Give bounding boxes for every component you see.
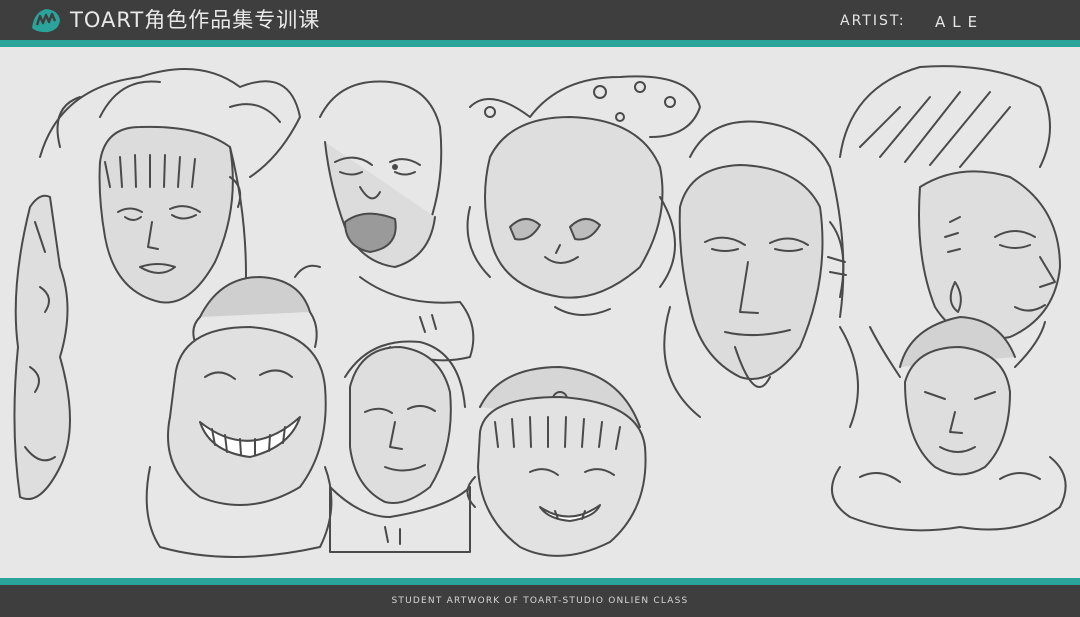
header-accent-stripe — [0, 40, 1080, 47]
sketch-head-elf-woman — [831, 316, 1067, 532]
footer-caption: STUDENT ARTWORK OF TOART-STUDIO ONLIEN C… — [391, 596, 689, 606]
footer-bar: STUDENT ARTWORK OF TOART-STUDIO ONLIEN C… — [0, 585, 1080, 617]
sketch-head-stern-old-man — [663, 120, 859, 428]
sketch-head-girl-bow — [466, 75, 701, 316]
sketch-head-long-nose — [13, 194, 71, 500]
sketch-canvas — [0, 47, 1080, 578]
toart-logo-icon — [32, 9, 60, 33]
sketch-illustration — [13, 65, 1067, 558]
sketch-head-grinning-man — [145, 264, 333, 558]
header-bar: TOART角色作品集专训课 ARTIST: ALE — [0, 0, 1080, 40]
sketch-head-crest-woman — [839, 65, 1061, 340]
sketch-head-woman-bangs — [39, 68, 301, 308]
sketch-head-smirking-guy — [329, 340, 471, 553]
artist-name: ALE — [935, 13, 985, 31]
sketch-head-screaming-man — [319, 80, 475, 362]
footer-accent-stripe — [0, 578, 1080, 585]
brand-title: TOART角色作品集专训课 — [70, 8, 321, 32]
artist-label: ARTIST: — [840, 13, 906, 29]
artwork-page: TOART角色作品集专训课 ARTIST: ALE STUDENT ARTWOR… — [0, 0, 1080, 617]
sketch-head-fanged-girl — [466, 366, 647, 557]
